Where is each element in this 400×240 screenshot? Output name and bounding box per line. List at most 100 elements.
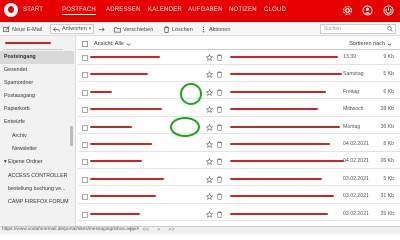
power-icon[interactable] <box>383 5 394 16</box>
row-checkbox[interactable] <box>82 55 88 61</box>
row-checkbox[interactable] <box>82 107 88 114</box>
nav-tab-start[interactable]: START <box>23 7 43 13</box>
pager-button[interactable]: >> <box>168 227 174 233</box>
redacted-subject <box>230 90 326 93</box>
star-icon[interactable] <box>206 141 213 148</box>
row-size: 5 Kb <box>383 71 394 78</box>
search-icon[interactable] <box>387 26 393 32</box>
star-icon[interactable] <box>206 106 213 114</box>
trash-icon[interactable] <box>216 176 223 183</box>
row-checkbox[interactable] <box>82 72 88 79</box>
star-icon[interactable] <box>206 88 213 96</box>
redacted-sender <box>90 108 162 111</box>
actions-button[interactable]: Aktionen <box>200 25 230 34</box>
row-checkbox[interactable] <box>82 89 88 96</box>
reply-button[interactable]: Antworten ▾ <box>50 24 95 34</box>
account-selector[interactable] <box>3 38 63 50</box>
sidebar-folder[interactable]: Papierkorb <box>0 103 74 116</box>
sidebar-folder[interactable]: ▾ Eigene Ordner <box>0 156 74 169</box>
star-icon[interactable] <box>206 54 213 61</box>
delete-button[interactable]: Löschen <box>163 25 193 34</box>
redacted-subject <box>230 73 342 76</box>
row-checkbox[interactable] <box>82 159 88 166</box>
annotation-circle <box>180 83 202 105</box>
star-icon[interactable] <box>206 193 213 201</box>
star-icon[interactable] <box>206 175 213 183</box>
nav-tab-cloud[interactable]: CLOUD <box>264 7 286 13</box>
new-email-label: Neue E-Mail <box>12 26 43 33</box>
star-icon[interactable] <box>206 123 213 131</box>
sort-dropdown[interactable]: Sortieren nach <box>349 41 392 47</box>
message-row[interactable]: Montag 36 Kb <box>78 121 400 135</box>
trash-icon[interactable] <box>216 211 223 218</box>
sidebar-folder[interactable]: Archiv <box>0 130 74 143</box>
message-row[interactable]: 04.02.2021 26 Kb <box>78 155 400 169</box>
trash-icon[interactable] <box>216 54 223 61</box>
row-date: 04.02.2021 <box>343 141 369 147</box>
message-row[interactable]: Freitag 6 Kb <box>78 86 400 100</box>
message-row[interactable]: 04.02.2021 8 Kb <box>78 138 400 152</box>
sidebar-folder[interactable]: Postausgang <box>0 90 74 103</box>
trash-icon <box>163 26 170 33</box>
message-row[interactable]: 03.02.2021 5 Kb <box>78 173 400 187</box>
pager-button[interactable]: |< <box>130 227 135 233</box>
search-input[interactable]: Suchen <box>320 24 396 34</box>
pager-button[interactable]: > <box>157 227 160 233</box>
pager-button[interactable]: << <box>143 227 149 233</box>
top-navigation: START POSTFACH ADRESSEN KALENDER AUFGABEN NOT… <box>0 0 400 22</box>
nav-tab-aufgaben[interactable]: AUFGABEN <box>188 7 223 13</box>
gear-icon[interactable] <box>342 5 353 16</box>
status-bar: https://www.vodafonemail.de/portal/sites… <box>0 226 400 234</box>
user-icon[interactable] <box>362 5 373 16</box>
row-size: 31 Kb <box>380 193 394 200</box>
vodafone-logo[interactable] <box>4 3 18 17</box>
nav-tab-adressen[interactable]: ADRESSEN <box>106 7 141 13</box>
new-email-button[interactable]: Neue E-Mail <box>3 25 42 34</box>
trash-icon[interactable] <box>216 158 223 166</box>
row-actions <box>206 88 234 97</box>
nav-tab-kalender[interactable]: KALENDER <box>148 7 182 13</box>
row-checkbox[interactable] <box>82 194 88 201</box>
row-date: 03.02.2021 <box>343 175 369 182</box>
message-row[interactable]: Samstag 5 Kb <box>78 68 400 82</box>
row-checkbox[interactable] <box>82 176 88 183</box>
message-row[interactable]: 03.02.2021 25 Kb <box>78 208 400 222</box>
sidebar-folder[interactable]: Spamordner <box>0 77 74 90</box>
trash-icon[interactable] <box>216 193 223 200</box>
select-all-checkbox[interactable] <box>82 41 88 47</box>
sidebar-folder[interactable]: CAMP FIREFOX FORUM <box>0 196 74 209</box>
sidebar-folder[interactable]: Gesendet <box>0 64 74 77</box>
star-icon[interactable] <box>206 158 213 166</box>
star-icon[interactable] <box>206 210 213 218</box>
redacted-sender <box>90 56 160 58</box>
move-button[interactable]: Verschieben <box>114 25 153 34</box>
message-row[interactable]: Mittwoch 28 Kb <box>78 103 400 117</box>
row-size: 36 Kb <box>380 123 394 130</box>
row-checkbox[interactable] <box>82 142 88 148</box>
row-date: 13.39 <box>343 54 356 60</box>
sidebar-scrollbar[interactable] <box>70 126 73 146</box>
nav-tab-postfach[interactable]: POSTFACH <box>62 7 96 15</box>
redacted-subject <box>230 56 338 58</box>
sidebar-folder[interactable]: Posteingang <box>0 51 74 64</box>
message-row[interactable]: 13.39 9 Kb <box>78 51 400 65</box>
sidebar-folder[interactable]: bestellung buchung ve... <box>0 183 74 196</box>
sidebar-folder[interactable]: Entwürfe <box>0 116 74 129</box>
redacted-sender <box>90 125 132 128</box>
message-row[interactable]: 03.02.2021 31 Kb <box>78 190 400 204</box>
nav-tab-notizen[interactable]: NOTIZEN <box>229 7 257 13</box>
forward-button[interactable] <box>98 25 105 34</box>
view-filter-dropdown[interactable]: Ansicht: Alle <box>94 41 131 47</box>
trash-icon[interactable] <box>216 124 223 131</box>
star-icon[interactable] <box>206 71 213 79</box>
sidebar-folder[interactable]: Newsletter <box>0 143 74 156</box>
trash-icon[interactable] <box>216 141 223 148</box>
row-checkbox[interactable] <box>82 211 88 218</box>
trash-icon[interactable] <box>216 106 223 113</box>
sidebar-folder[interactable]: ACCESS CONTROLLER <box>0 170 74 183</box>
trash-icon[interactable] <box>216 89 223 96</box>
trash-icon[interactable] <box>216 71 223 79</box>
row-checkbox[interactable] <box>82 124 88 131</box>
reply-dropdown-icon[interactable]: ▾ <box>89 26 92 32</box>
compose-icon <box>3 26 10 33</box>
